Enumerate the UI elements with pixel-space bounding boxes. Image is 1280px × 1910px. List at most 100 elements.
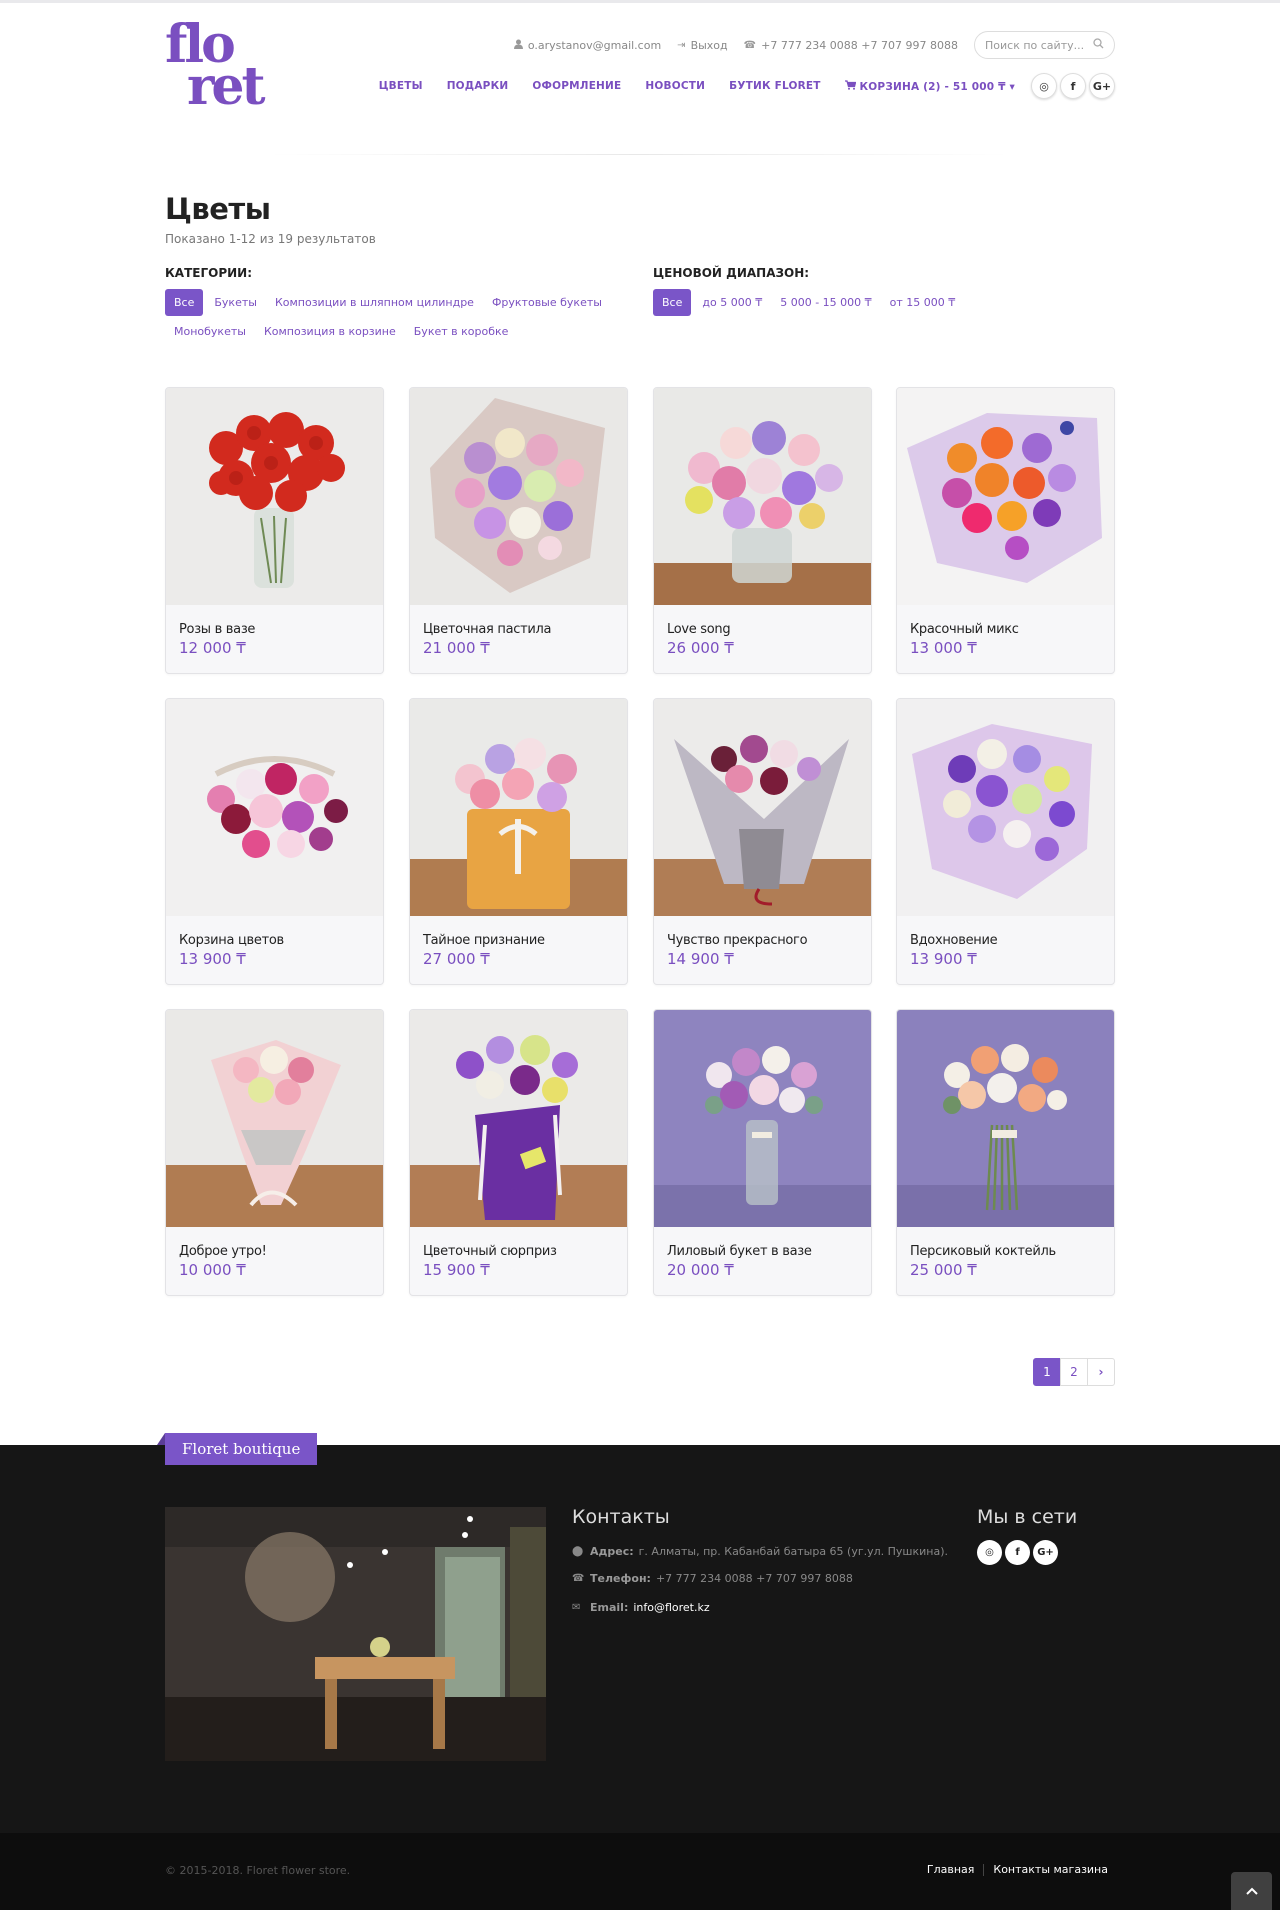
footer-link-contacts[interactable]: Контакты магазина: [993, 1863, 1108, 1876]
facebook-icon[interactable]: f: [1060, 73, 1086, 99]
product-image[interactable]: [897, 699, 1114, 916]
phone-value: +7 777 234 0088 +7 707 997 8088: [655, 1572, 853, 1585]
product-image[interactable]: [166, 699, 383, 916]
product-name[interactable]: Лиловый букет в вазе: [667, 1244, 812, 1259]
product-image[interactable]: [410, 1010, 627, 1227]
product-card[interactable]: Вдохновение 13 900 ₸: [896, 698, 1115, 985]
product-card[interactable]: Цветочная пастила 21 000 ₸: [409, 387, 628, 674]
cart-link[interactable]: Корзина (2) - 51 000 ₸ ▾: [844, 79, 1015, 93]
copyright: © 2015-2018. Floret flower store.: [165, 1864, 351, 1877]
top-border: [0, 0, 1280, 3]
top-bar: o.arystanov@gmail.com ⇥ Выход ☎ +7 777 2…: [513, 30, 1115, 60]
phone-label: Телефон:: [590, 1572, 651, 1585]
price-over-15000[interactable]: от 15 000 ₸: [881, 289, 965, 316]
logo[interactable]: flo ret: [165, 14, 280, 117]
product-image[interactable]: [166, 388, 383, 605]
category-basket[interactable]: Композиция в корзине: [255, 318, 405, 345]
product-price: 27 000 ₸: [423, 950, 490, 968]
search-input[interactable]: Поиск по сайту...: [974, 31, 1115, 59]
phone-icon: ☎: [572, 1573, 585, 1584]
product-name[interactable]: Тайное признание: [423, 933, 545, 948]
category-filters-row2: Монобукеты Композиция в корзине Букет в …: [165, 318, 517, 345]
product-image[interactable]: [410, 388, 627, 605]
price-heading: Ценовой диапазон:: [653, 266, 810, 280]
category-all[interactable]: Все: [165, 289, 204, 316]
pagination: 1 2 ›: [1033, 1358, 1115, 1386]
footer-links: Главная Контакты магазина: [927, 1863, 1108, 1876]
product-image[interactable]: [410, 699, 627, 916]
category-fruit[interactable]: Фруктовые букеты: [483, 289, 611, 316]
product-name[interactable]: Доброе утро!: [179, 1244, 267, 1259]
product-name[interactable]: Корзина цветов: [179, 933, 284, 948]
account-link[interactable]: o.arystanov@gmail.com: [513, 39, 661, 52]
page-1[interactable]: 1: [1033, 1358, 1061, 1386]
category-box[interactable]: Букет в коробке: [405, 318, 518, 345]
product-image[interactable]: [897, 388, 1114, 605]
product-image[interactable]: [897, 1010, 1114, 1227]
header-social: ◎ f G+: [1031, 73, 1115, 99]
contacts-heading: Контакты: [572, 1506, 670, 1528]
product-card[interactable]: Доброе утро! 10 000 ₸: [165, 1009, 384, 1296]
social-heading: Мы в сети: [977, 1506, 1078, 1528]
next-page-icon[interactable]: ›: [1087, 1358, 1115, 1386]
price-5000-15000[interactable]: 5 000 - 15 000 ₸: [771, 289, 880, 316]
product-name[interactable]: Цветочная пастила: [423, 622, 552, 637]
address-value: г. Алматы, пр. Кабанбай батыра 65 (уг.ул…: [638, 1545, 949, 1558]
product-card[interactable]: Тайное признание 27 000 ₸: [409, 698, 628, 985]
nav-item-flowers[interactable]: Цветы: [379, 80, 423, 92]
product-card[interactable]: Корзина цветов 13 900 ₸: [165, 698, 384, 985]
phone-icon: ☎: [743, 39, 757, 51]
product-card[interactable]: Розы в вазе 12 000 ₸: [165, 387, 384, 674]
product-name[interactable]: Love song: [667, 622, 731, 637]
map-marker-icon: ⬤: [572, 1546, 584, 1557]
product-price: 13 900 ₸: [910, 950, 977, 968]
product-card[interactable]: Персиковый коктейль 25 000 ₸: [896, 1009, 1115, 1296]
product-card[interactable]: Love song 26 000 ₸: [653, 387, 872, 674]
product-name[interactable]: Чувство прекрасного: [667, 933, 808, 948]
category-hatbox[interactable]: Композиции в шляпном цилиндре: [266, 289, 483, 316]
category-bouquets[interactable]: Букеты: [205, 289, 266, 316]
product-card[interactable]: Чувство прекрасного 14 900 ₸: [653, 698, 872, 985]
instagram-icon[interactable]: ◎: [1031, 73, 1057, 99]
category-mono[interactable]: Монобукеты: [165, 318, 255, 345]
envelope-icon: ✉: [572, 1602, 581, 1613]
product-card[interactable]: Лиловый букет в вазе 20 000 ₸: [653, 1009, 872, 1296]
nav-item-news[interactable]: Новости: [645, 80, 705, 92]
results-count: Показано 1-12 из 19 результатов: [165, 232, 376, 246]
product-card[interactable]: Цветочный сюрприз 15 900 ₸: [409, 1009, 628, 1296]
google-plus-icon[interactable]: G+: [1089, 73, 1115, 99]
address-line: ⬤ Адрес: г. Алматы, пр. Кабанбай батыра …: [572, 1545, 948, 1558]
product-image[interactable]: [654, 388, 871, 605]
product-name[interactable]: Персиковый коктейль: [910, 1244, 1056, 1259]
price-all[interactable]: Все: [653, 289, 692, 316]
product-name[interactable]: Цветочный сюрприз: [423, 1244, 557, 1259]
footer-link-home[interactable]: Главная: [927, 1863, 975, 1876]
product-name[interactable]: Розы в вазе: [179, 622, 255, 637]
email-label: Email:: [590, 1601, 629, 1614]
page-2[interactable]: 2: [1060, 1358, 1088, 1386]
facebook-icon[interactable]: f: [1005, 1540, 1030, 1565]
product-name[interactable]: Вдохновение: [910, 933, 998, 948]
price-under-5000[interactable]: до 5 000 ₸: [693, 289, 771, 316]
scroll-to-top-button[interactable]: [1231, 1872, 1272, 1910]
cart-icon: [844, 79, 860, 93]
product-price: 20 000 ₸: [667, 1261, 734, 1279]
nav-item-gifts[interactable]: Подарки: [447, 80, 509, 92]
product-image[interactable]: [654, 1010, 871, 1227]
instagram-icon[interactable]: ◎: [977, 1540, 1002, 1565]
product-image[interactable]: [166, 1010, 383, 1227]
product-price: 10 000 ₸: [179, 1261, 246, 1279]
search-icon[interactable]: [1093, 38, 1104, 52]
logout-link[interactable]: ⇥ Выход: [677, 39, 727, 52]
user-icon: [513, 39, 523, 52]
product-image[interactable]: [654, 699, 871, 916]
nav-item-decoration[interactable]: Оформление: [532, 80, 621, 92]
product-price: 26 000 ₸: [667, 639, 734, 657]
product-price: 12 000 ₸: [179, 639, 246, 657]
google-plus-icon[interactable]: G+: [1033, 1540, 1058, 1565]
nav-item-boutique[interactable]: Бутик Floret: [729, 80, 821, 92]
product-name[interactable]: Красочный микс: [910, 622, 1019, 637]
address-label: Адрес:: [590, 1545, 634, 1558]
product-card[interactable]: Красочный микс 13 000 ₸: [896, 387, 1115, 674]
email-link[interactable]: info@floret.kz: [633, 1601, 709, 1614]
